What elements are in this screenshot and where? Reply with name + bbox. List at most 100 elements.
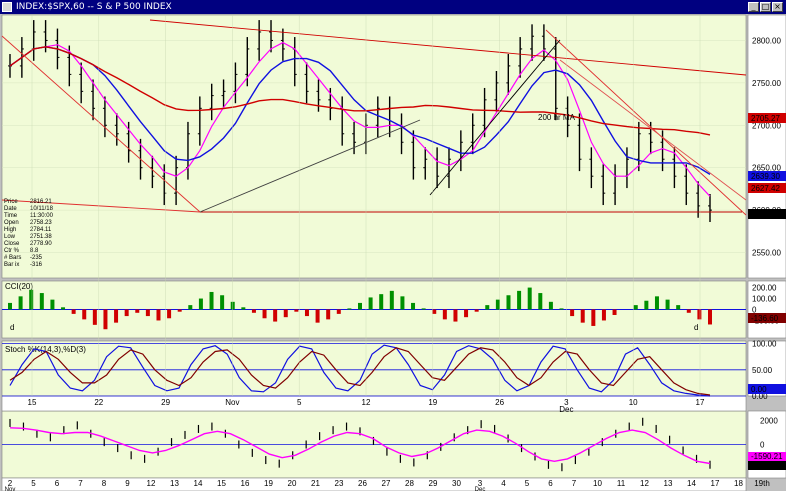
- cci-bar: [686, 309, 691, 313]
- bottom-x-tick-label: 26: [358, 479, 367, 488]
- cci-bar: [654, 296, 659, 310]
- bottom-x-tick-label: 16: [241, 479, 250, 488]
- cci-bar: [400, 296, 405, 310]
- info-value: 10/11/18: [30, 206, 54, 212]
- bottom-x-tick-label: 19th: [754, 479, 770, 488]
- top-x-tick-label: 15: [28, 398, 37, 407]
- price-tick-label: 2800.00: [752, 36, 781, 45]
- cci-bar: [612, 309, 617, 315]
- bottom-x-tick-label: 9: [125, 479, 130, 488]
- cci-bar: [29, 289, 34, 310]
- stoch-tick-label: 100.00: [752, 340, 777, 349]
- cci-bar: [198, 298, 203, 310]
- bottom-x-tick-label: 6: [548, 479, 553, 488]
- price-tick-label: 2750.00: [752, 79, 781, 88]
- top-x-tick-label: 22: [94, 398, 103, 407]
- price-tick-label: 2550.00: [752, 249, 781, 258]
- cci-bar: [315, 309, 320, 323]
- info-label: High: [4, 227, 16, 233]
- bottom-x-tick-label: 7: [572, 479, 577, 488]
- info-label: Low: [4, 234, 16, 240]
- cci-bar: [442, 309, 447, 320]
- cci-bar: [495, 299, 500, 310]
- osc-tick-label: 0: [760, 441, 765, 450]
- cci-bar: [464, 309, 469, 318]
- bottom-x-tick-label: 28: [405, 479, 414, 488]
- bottom-x-tick-label: 12: [147, 479, 156, 488]
- osc-value-tag-label: -1691: [751, 461, 772, 470]
- cci-bar: [82, 309, 87, 320]
- cci-bar: [453, 309, 458, 322]
- top-x-tick-label: 5: [297, 398, 302, 407]
- cci-bar: [580, 309, 585, 323]
- price-value-tag-label: 2600.04: [751, 210, 780, 219]
- cci-bar: [358, 302, 362, 310]
- cci-bar: [39, 293, 44, 310]
- info-label: Price: [4, 199, 18, 205]
- bottom-x-tick-label: 30: [452, 479, 461, 488]
- bottom-x-tick-label: 13: [664, 479, 673, 488]
- cci-bar: [379, 294, 384, 310]
- top-x-month-label: Dec: [559, 405, 573, 414]
- cci-bar: [548, 301, 553, 310]
- cci-divergence-mark: d: [10, 323, 14, 332]
- bottom-x-axis-strip: [1, 477, 747, 491]
- info-value: 11:30:00: [30, 213, 54, 219]
- cci-bar: [251, 309, 256, 313]
- info-value: 2778.90: [30, 241, 52, 247]
- top-x-tick-label: 17: [696, 398, 705, 407]
- info-label: # Bars: [4, 255, 21, 261]
- cci-bar: [241, 307, 246, 310]
- bottom-x-tick-label: 6: [55, 479, 60, 488]
- cci-bar: [8, 302, 12, 310]
- pane-0-background: [1, 14, 747, 279]
- stoch-value-tag-label: 0.00: [751, 385, 767, 394]
- cci-bar: [61, 307, 66, 310]
- bottom-x-tick-label: 20: [288, 479, 297, 488]
- info-value: 2784.11: [30, 227, 52, 233]
- bottom-x-tick-label: 17: [711, 479, 720, 488]
- cci-bar: [124, 309, 129, 317]
- info-value: 2758.23: [30, 220, 52, 226]
- info-value: 8.8: [30, 248, 39, 254]
- cci-bar: [527, 287, 532, 310]
- osc-tick-label: 2000: [760, 417, 778, 426]
- cci-bar: [283, 309, 288, 318]
- cci-bar: [347, 308, 352, 310]
- top-x-tick-label: 19: [428, 398, 437, 407]
- bottom-x-tick-label: 8: [102, 479, 107, 488]
- cci-divergence-mark: d: [694, 323, 698, 332]
- info-label: Time: [4, 213, 18, 219]
- bottom-x-tick-label: 15: [217, 479, 226, 488]
- cci-bar: [389, 290, 394, 310]
- bottom-x-tick-label: 5: [31, 479, 36, 488]
- bottom-x-month-label: Nov: [5, 487, 16, 491]
- bottom-x-tick-label: 5: [525, 479, 530, 488]
- cci-value-tag-label: -136.60: [751, 314, 779, 323]
- chart-canvas: 2800.002750.002700.002650.002600.002550.…: [1, 14, 786, 491]
- cci-bar: [135, 309, 140, 313]
- cci-bar: [294, 309, 299, 312]
- top-x-tick-label: 12: [362, 398, 371, 407]
- cci-title: CCI(20): [5, 282, 33, 291]
- cci-bar: [368, 297, 373, 310]
- bottom-x-tick-label: 12: [640, 479, 649, 488]
- cci-bar: [326, 309, 331, 320]
- stoch-title: Stoch %K(14,3),%D(3): [5, 345, 86, 354]
- cci-bar: [230, 301, 235, 310]
- cci-bar: [697, 309, 702, 320]
- osc-value-tag-label: -1590.21: [751, 452, 783, 461]
- cci-bar: [156, 309, 161, 321]
- info-value: 2751.38: [30, 234, 52, 240]
- cci-bar: [209, 291, 214, 310]
- info-label: Open: [4, 220, 19, 226]
- cci-bar: [167, 309, 172, 319]
- bottom-x-tick-label: 13: [170, 479, 179, 488]
- cci-bar: [506, 295, 511, 310]
- cci-bar: [92, 309, 97, 325]
- cci-bar: [50, 299, 55, 310]
- info-value: 2816.21: [30, 199, 52, 205]
- cci-bar: [421, 308, 426, 310]
- bottom-x-tick-label: 14: [194, 479, 203, 488]
- cci-bar: [262, 309, 267, 319]
